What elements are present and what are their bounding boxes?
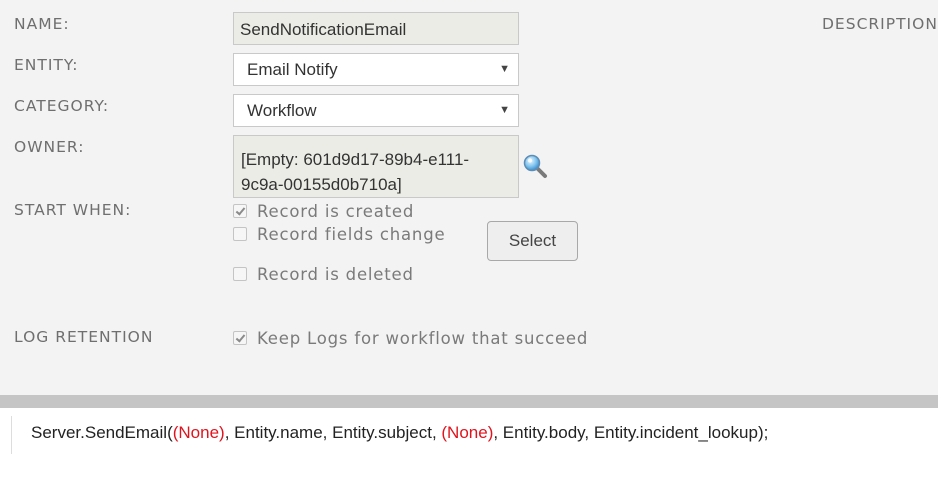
checkbox-unchecked[interactable] xyxy=(233,267,247,281)
panel-splitter[interactable] xyxy=(0,395,938,408)
magnifier-icon[interactable] xyxy=(522,153,548,179)
entity-select-value: Email Notify xyxy=(247,60,338,79)
code-line: Server.SendEmail((None), Entity.name, En… xyxy=(31,423,768,443)
start-when-label: START WHEN: xyxy=(14,201,132,219)
none-token: (None) xyxy=(441,423,494,442)
start-option-label: Record is deleted xyxy=(257,264,414,284)
code-prefix: Server.SendEmail( xyxy=(31,423,173,442)
code-editor[interactable]: Server.SendEmail((None), Entity.name, En… xyxy=(0,408,938,484)
start-option-label: Record fields change xyxy=(257,224,446,244)
category-label: CATEGORY: xyxy=(14,97,110,115)
owner-value-line-2: 9c9a-00155d0b710a] xyxy=(241,175,402,194)
code-middle: , Entity.name, Entity.subject, xyxy=(224,423,442,442)
select-fields-button[interactable]: Select xyxy=(487,221,578,261)
category-select[interactable]: Workflow ▼ xyxy=(233,94,519,127)
log-retention-option[interactable]: Keep Logs for workflow that succeed xyxy=(233,327,588,349)
entity-label: ENTITY: xyxy=(14,56,79,74)
checkbox-checked[interactable] xyxy=(233,204,247,218)
category-select-value: Workflow xyxy=(247,101,317,120)
owner-value-line-1: [Empty: 601d9d17-89b4-e111- xyxy=(241,150,470,169)
log-retention-label: LOG RETENTION xyxy=(14,328,154,346)
chevron-down-icon: ▼ xyxy=(499,63,510,75)
checkbox-unchecked[interactable] xyxy=(233,227,247,241)
code-gutter xyxy=(11,416,12,454)
owner-label: OWNER: xyxy=(14,138,85,156)
start-option-label: Record is created xyxy=(257,201,415,221)
name-label: NAME: xyxy=(14,15,70,33)
none-token: (None) xyxy=(172,423,225,442)
checkbox-checked[interactable] xyxy=(233,331,247,345)
chevron-down-icon: ▼ xyxy=(499,104,510,116)
workflow-properties-form: NAME: SendNotificationEmail DESCRIPTION … xyxy=(0,0,938,395)
name-field[interactable]: SendNotificationEmail xyxy=(233,12,519,45)
start-option-record-deleted[interactable]: Record is deleted xyxy=(233,263,414,285)
start-option-fields-change[interactable]: Record fields change xyxy=(233,223,445,245)
owner-lookup-field[interactable]: [Empty: 601d9d17-89b4-e111- 9c9a-00155d0… xyxy=(233,135,519,198)
log-retention-option-label: Keep Logs for workflow that succeed xyxy=(257,328,589,348)
description-label: DESCRIPTION xyxy=(822,15,938,33)
entity-select[interactable]: Email Notify ▼ xyxy=(233,53,519,86)
start-option-record-created[interactable]: Record is created xyxy=(233,200,414,222)
code-suffix: , Entity.body, Entity.incident_lookup); xyxy=(493,423,769,442)
